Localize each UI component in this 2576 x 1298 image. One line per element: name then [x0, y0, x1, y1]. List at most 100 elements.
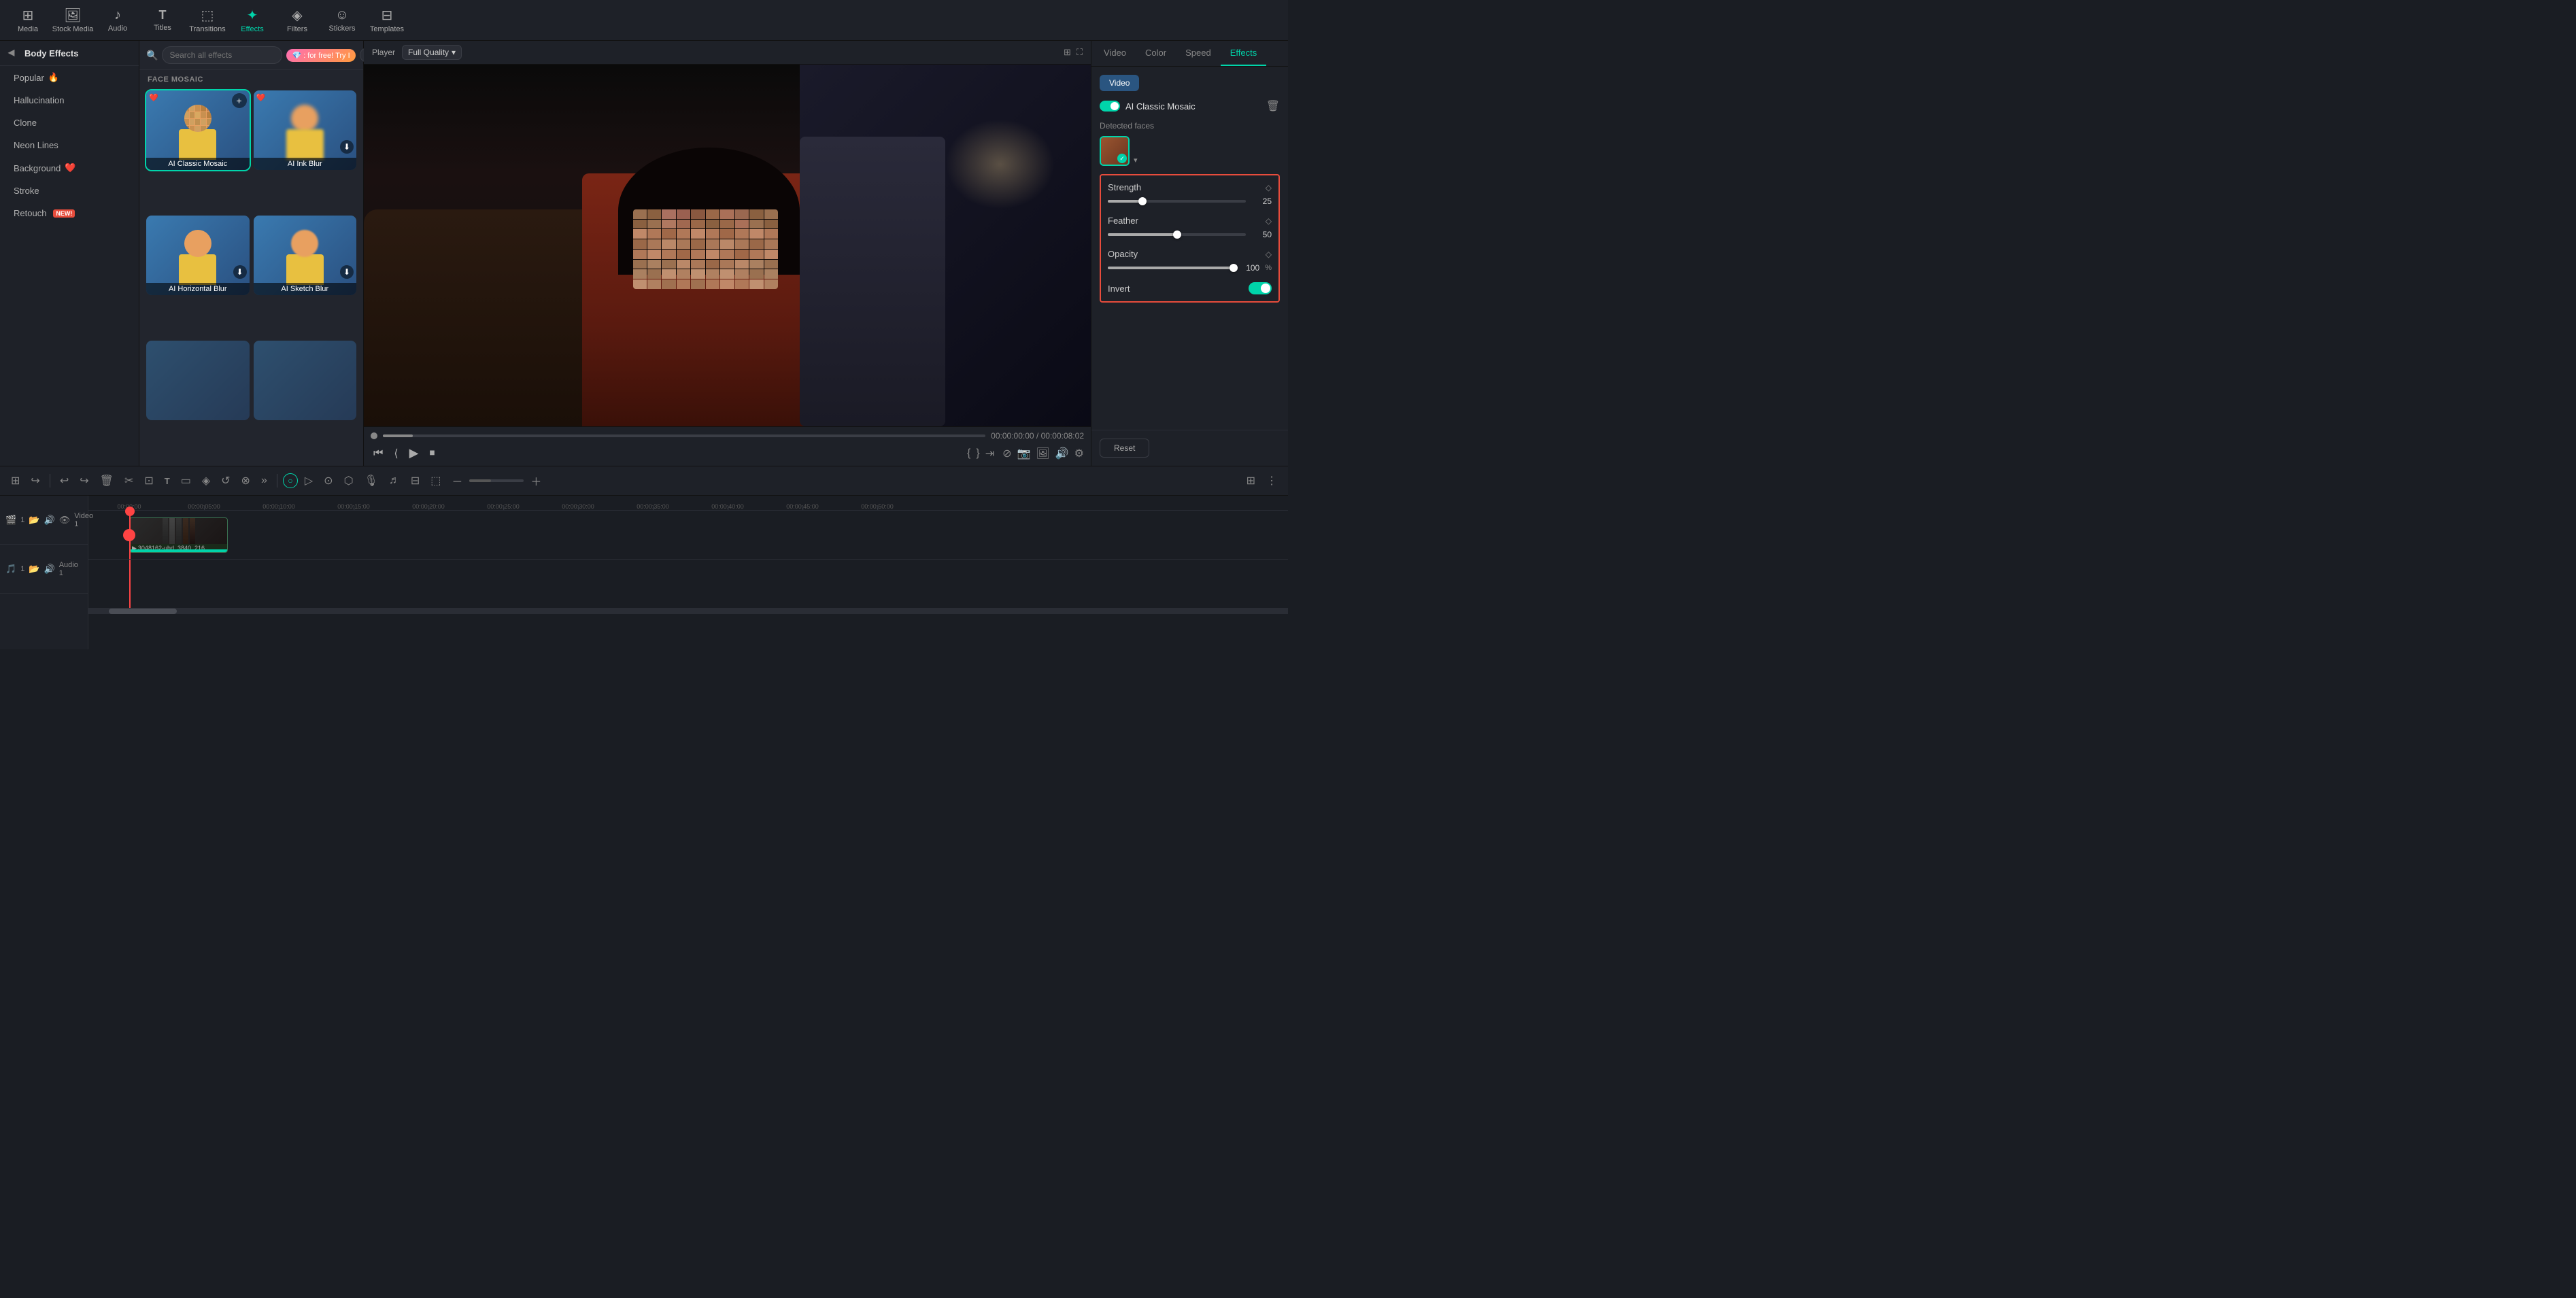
stop-button[interactable]: ⏹	[427, 446, 438, 461]
download-ink-blur-icon[interactable]: ⬇	[340, 140, 354, 154]
sidebar-item-clone[interactable]: Clone	[0, 112, 139, 134]
composite-button[interactable]: ◈	[198, 472, 214, 490]
playback-mode-button[interactable]: ▷	[301, 472, 317, 490]
tab-speed[interactable]: Speed	[1176, 41, 1221, 66]
opacity-keyframe-icon[interactable]: ◇	[1266, 250, 1272, 259]
caption-button[interactable]: ⊟	[407, 472, 424, 490]
download-horizontal-blur-icon[interactable]: ⬇	[233, 265, 247, 279]
search-input[interactable]	[162, 46, 282, 64]
crop-button[interactable]: ⊡	[140, 472, 157, 490]
grid-options-button[interactable]: ⊞	[1242, 472, 1259, 490]
effect-toggle[interactable]	[1100, 101, 1120, 112]
mark-in-icon[interactable]: {	[967, 447, 970, 460]
toolbar-templates[interactable]: ⊟ Templates	[366, 3, 408, 38]
tab-effects[interactable]: Effects	[1221, 41, 1267, 66]
add-track-button[interactable]: ⊞	[7, 472, 24, 490]
face-thumbnail-1[interactable]: ✓	[1100, 136, 1130, 166]
invert-toggle[interactable]	[1249, 282, 1272, 294]
toolbar-transitions[interactable]: ⬚ Transitions	[186, 3, 228, 38]
toolbar-stickers[interactable]: ☺ Stickers	[321, 3, 363, 38]
redo-button[interactable]: ↪	[75, 472, 92, 490]
video-clip-1[interactable]: ▶ 3048162-uhd_3840_216...	[129, 517, 228, 553]
feather-keyframe-icon[interactable]: ◇	[1266, 216, 1272, 226]
scrollbar-horizontal[interactable]	[88, 609, 1288, 614]
toolbar-stock-media[interactable]: 🖼 Stock Media	[52, 3, 94, 38]
feather-thumb[interactable]	[1173, 230, 1181, 239]
audio-add-icon[interactable]: 📂	[29, 564, 39, 575]
frame-back-button[interactable]: ⟨	[391, 445, 401, 462]
camera-icon[interactable]: 📷	[1017, 447, 1031, 460]
sidebar-item-stroke[interactable]: Stroke	[0, 180, 139, 202]
audio-vol-icon[interactable]: 🔊	[44, 564, 55, 575]
promo-badge[interactable]: 💎 : for free! Try I	[286, 49, 355, 62]
shield-button[interactable]: ⬡	[340, 472, 358, 490]
mic-button[interactable]: 🎙	[360, 472, 382, 490]
download-sketch-blur-icon[interactable]: ⬇	[340, 265, 354, 279]
playback-loop-button[interactable]: ○	[283, 473, 298, 488]
add-effect-icon[interactable]: +	[232, 93, 247, 108]
playback-clip-button[interactable]: ⊙	[320, 472, 337, 490]
delete-button[interactable]: 🗑	[96, 472, 118, 490]
cut-button[interactable]: ✂	[120, 472, 137, 490]
minus-zoom-button[interactable]: －	[447, 471, 467, 491]
settings-icon[interactable]: ⚙	[1074, 447, 1084, 460]
collapse-button[interactable]: ◀	[8, 48, 19, 58]
toolbar-titles[interactable]: T Titles	[141, 3, 184, 38]
toolbar-effects[interactable]: ✦ Effects	[231, 3, 273, 38]
progress-track[interactable]	[383, 434, 985, 437]
eye-icon[interactable]: 👁	[59, 515, 71, 526]
effect-delete-button[interactable]: 🗑	[1266, 99, 1280, 113]
ripple-icon[interactable]: ⇥	[985, 447, 994, 460]
effect-card-partial-1[interactable]	[146, 341, 250, 420]
grid-view-icon[interactable]: ⊞	[1064, 47, 1071, 58]
effect-card-partial-2[interactable]	[254, 341, 357, 420]
overflow-menu-button[interactable]: ⋮	[1262, 472, 1281, 490]
strength-thumb[interactable]	[1138, 197, 1147, 205]
fullscreen-icon[interactable]: ⛶	[1077, 47, 1083, 58]
play-button[interactable]: ▶	[407, 445, 422, 462]
effect-card-ai-sketch-blur[interactable]: ⬇ AI Sketch Blur	[254, 216, 357, 295]
audio-icon[interactable]: 🔊	[44, 515, 55, 526]
music-button[interactable]: ♬	[385, 473, 404, 489]
rotate-button[interactable]: ↺	[217, 472, 234, 490]
more-tools-button[interactable]: »	[257, 473, 271, 489]
sidebar-item-popular[interactable]: Popular 🔥	[0, 66, 139, 89]
strength-keyframe-icon[interactable]: ◇	[1266, 183, 1272, 192]
zoom-slider[interactable]	[469, 479, 524, 482]
mark-out-icon[interactable]: }	[976, 447, 979, 460]
effect-card-ai-ink-blur[interactable]: ❤️ ⬇ AI Ink Blur	[254, 90, 357, 170]
plus-zoom-button[interactable]: ＋	[526, 471, 545, 491]
timeline-tracks[interactable]: 00:00:00 00:00:05:00 00:00:10:00 00:00:1…	[88, 496, 1288, 649]
opacity-track[interactable]	[1108, 267, 1234, 269]
sidebar-item-hallucination[interactable]: Hallucination	[0, 89, 139, 112]
toolbar-filters[interactable]: ◈ Filters	[276, 3, 318, 38]
split-button[interactable]: ⊗	[237, 472, 254, 490]
text-button[interactable]: T	[160, 474, 174, 488]
effect-card-ai-horizontal-blur[interactable]: ⬇ AI Horizontal Blur	[146, 216, 250, 295]
sidebar-item-background[interactable]: Background ❤️	[0, 156, 139, 180]
toolbar-media[interactable]: ⊞ Media	[7, 3, 49, 38]
feather-track[interactable]	[1108, 233, 1246, 236]
rect-button[interactable]: ▭	[177, 472, 195, 490]
volume-icon[interactable]: 🔊	[1055, 447, 1069, 460]
face-expand-icon[interactable]: ▾	[1134, 156, 1138, 165]
playhead[interactable]	[129, 511, 131, 559]
video-mode-button[interactable]: Video	[1100, 75, 1139, 91]
tab-color[interactable]: Color	[1136, 41, 1176, 66]
connect-tool-button[interactable]: ↪	[27, 472, 44, 490]
opacity-thumb[interactable]	[1230, 264, 1238, 272]
sidebar-item-neon-lines[interactable]: Neon Lines	[0, 134, 139, 156]
scrollbar-thumb[interactable]	[109, 609, 177, 614]
filter-button[interactable]: ⬚	[426, 472, 445, 490]
quality-select[interactable]: Full Quality ▾	[402, 45, 462, 60]
snapshot-icon[interactable]: 🖼	[1036, 447, 1049, 460]
sidebar-item-retouch[interactable]: Retouch NEW!	[0, 202, 139, 224]
split-icon[interactable]: ⊘	[1002, 447, 1011, 460]
effect-card-ai-classic-mosaic[interactable]: ❤️ +	[146, 90, 250, 170]
toolbar-audio[interactable]: ♪ Audio	[97, 3, 139, 38]
reset-button[interactable]: Reset	[1100, 439, 1149, 458]
strength-track[interactable]	[1108, 200, 1246, 203]
undo-button[interactable]: ↩	[56, 472, 73, 490]
add-audio-icon[interactable]: 📂	[29, 515, 39, 526]
tab-video[interactable]: Video	[1094, 41, 1136, 66]
